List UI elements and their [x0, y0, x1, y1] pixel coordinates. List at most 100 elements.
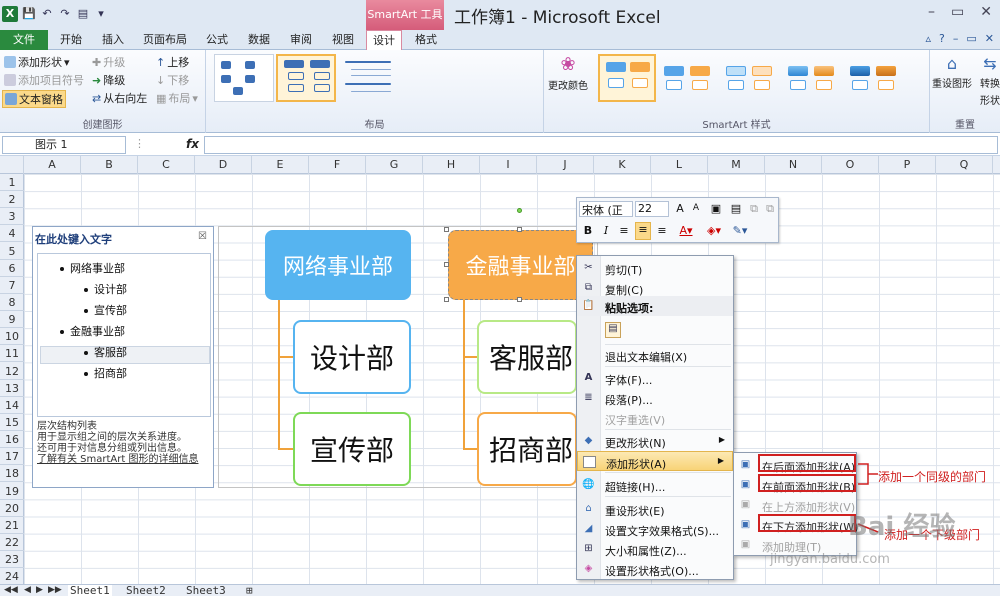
demote-button[interactable]: ➜ 降级: [92, 72, 125, 88]
doc-restore-icon[interactable]: ▭: [966, 32, 976, 45]
add-bullet-button[interactable]: 添加项目符号: [4, 72, 84, 88]
row-header[interactable]: 11: [0, 345, 24, 363]
menu-reset-shape[interactable]: ⌂ 重设形状(E): [577, 499, 733, 519]
style-thumb-1-selected[interactable]: [598, 54, 656, 102]
align-left-icon[interactable]: ≡: [617, 224, 631, 237]
bold-button[interactable]: B: [581, 224, 595, 237]
row-header[interactable]: 18: [0, 465, 24, 483]
menu-exit-edit[interactable]: 退出文本编辑(X): [577, 345, 733, 365]
column-header[interactable]: M: [708, 156, 765, 174]
fx-icon[interactable]: fx: [186, 137, 199, 151]
excel-logo-icon[interactable]: X: [2, 6, 18, 22]
text-pane-button[interactable]: 文本窗格: [2, 90, 66, 108]
tab-format[interactable]: 格式: [408, 30, 444, 50]
selection-handle[interactable]: [444, 262, 449, 267]
row-header[interactable]: 4: [0, 225, 24, 243]
bring-forward-icon[interactable]: ⧉: [747, 202, 761, 216]
row-header[interactable]: 13: [0, 380, 24, 397]
reset-graphic-button[interactable]: ⌂ 重设图形: [932, 54, 972, 90]
text-pane-list[interactable]: 网络事业部 设计部 宣传部 金融事业部 客服部 招商部: [37, 253, 211, 417]
help-icon[interactable]: ?: [939, 32, 945, 45]
tab-insert[interactable]: 插入: [96, 30, 130, 50]
doc-minimize-icon[interactable]: –: [953, 32, 959, 45]
minimize-ribbon-icon[interactable]: ▵: [926, 32, 932, 45]
menu-paste-keep[interactable]: ▤: [577, 318, 733, 340]
name-box[interactable]: 图示 1: [2, 136, 126, 154]
row-header[interactable]: 6: [0, 260, 24, 277]
selection-handle[interactable]: [517, 297, 522, 302]
sheet-tab-2[interactable]: Sheet2: [126, 585, 166, 597]
list-item[interactable]: 招商部: [84, 365, 127, 381]
menu-hyperlink[interactable]: 🌐 超链接(H)...: [577, 475, 733, 495]
menu-size-properties[interactable]: ⊞ 大小和属性(Z)...: [577, 539, 733, 559]
align-center-icon[interactable]: ≡: [635, 222, 651, 240]
tab-data[interactable]: 数据: [242, 30, 276, 50]
promote-button[interactable]: ✚ 升级: [92, 54, 125, 70]
list-item[interactable]: 客服部: [84, 344, 127, 360]
convert-button[interactable]: ⇆ 转换 形状: [980, 54, 1000, 107]
tab-review[interactable]: 审阅: [284, 30, 318, 50]
column-header[interactable]: L: [651, 156, 708, 174]
tab-design[interactable]: 设计: [366, 30, 402, 50]
row-header[interactable]: 2: [0, 191, 24, 209]
tab-page-layout[interactable]: 页面布局: [138, 30, 192, 50]
doc-close-icon[interactable]: ✕: [985, 32, 994, 45]
menu-change-shape[interactable]: ◆ 更改形状(N) ▶: [577, 431, 733, 451]
align-right-icon[interactable]: ≡: [655, 224, 669, 237]
row-header[interactable]: 12: [0, 363, 24, 380]
tab-file[interactable]: 文件: [0, 30, 48, 50]
next-sheet-icon[interactable]: ▶: [36, 585, 43, 595]
select-all-corner[interactable]: [0, 156, 24, 174]
selection-handle[interactable]: [517, 227, 522, 232]
smartart-node-service[interactable]: 客服部: [477, 320, 577, 394]
customize-qat-icon[interactable]: ▾: [94, 7, 108, 21]
row-header[interactable]: 3: [0, 208, 24, 226]
column-header[interactable]: O: [822, 156, 879, 174]
column-header[interactable]: B: [81, 156, 138, 174]
row-header[interactable]: 5: [0, 243, 24, 260]
row-header[interactable]: 15: [0, 414, 24, 431]
row-header[interactable]: 1: [0, 174, 24, 191]
font-size-select[interactable]: 22: [635, 201, 669, 217]
change-colors-button[interactable]: ❀ 更改颜色: [548, 54, 588, 92]
menu-cut[interactable]: ✂ 剪切(T): [577, 258, 733, 278]
move-down-button[interactable]: ↓ 下移: [156, 72, 189, 88]
grow-font-button[interactable]: A: [673, 202, 687, 215]
column-header[interactable]: Q: [936, 156, 993, 174]
menu-font[interactable]: A 字体(F)...: [577, 368, 733, 388]
italic-button[interactable]: I: [599, 224, 613, 237]
menu-add-shape[interactable]: 添加形状(A) ▶: [577, 451, 733, 471]
row-header[interactable]: 9: [0, 311, 24, 329]
font-color-icon[interactable]: A▾: [675, 224, 697, 237]
last-sheet-icon[interactable]: ▶▶: [48, 585, 62, 595]
add-shape-button[interactable]: 添加形状 ▾: [4, 54, 70, 70]
shape-fill-icon[interactable]: ▤: [729, 202, 743, 215]
learn-more-link[interactable]: 了解有关 SmartArt 图形的详细信息: [37, 454, 211, 465]
redo-icon[interactable]: ↷: [58, 7, 72, 21]
style-thumb-4[interactable]: [784, 54, 842, 102]
text-pane-close-icon[interactable]: ☒: [198, 231, 207, 242]
column-header[interactable]: J: [537, 156, 594, 174]
style-thumb-3[interactable]: [722, 54, 780, 102]
menu-text-effects[interactable]: ◢ 设置文字效果格式(S)...: [577, 519, 733, 539]
column-header[interactable]: F: [309, 156, 366, 174]
row-header[interactable]: 22: [0, 534, 24, 551]
selection-handle[interactable]: [444, 227, 449, 232]
column-header[interactable]: I: [480, 156, 537, 174]
column-header[interactable]: N: [765, 156, 822, 174]
list-item[interactable]: 宣传部: [84, 302, 127, 318]
style-thumb-5[interactable]: [846, 54, 904, 102]
minimize-button[interactable]: –: [928, 4, 935, 20]
insert-sheet-icon[interactable]: ⊞: [246, 585, 253, 597]
smartart-node-investment[interactable]: 招商部: [477, 412, 577, 486]
tab-formulas[interactable]: 公式: [200, 30, 234, 50]
smartart-node-publicity[interactable]: 宣传部: [293, 412, 411, 486]
column-header[interactable]: P: [879, 156, 936, 174]
smartart-node-design[interactable]: 设计部: [293, 320, 411, 394]
outline-color-icon[interactable]: ✎▾: [729, 224, 751, 237]
undo-icon[interactable]: ↶: [40, 7, 54, 21]
prev-sheet-icon[interactable]: ◀: [24, 585, 31, 595]
shrink-font-button[interactable]: A: [689, 203, 703, 213]
sheet-tab-1[interactable]: Sheet1: [68, 585, 112, 597]
list-item[interactable]: 金融事业部: [60, 323, 125, 339]
